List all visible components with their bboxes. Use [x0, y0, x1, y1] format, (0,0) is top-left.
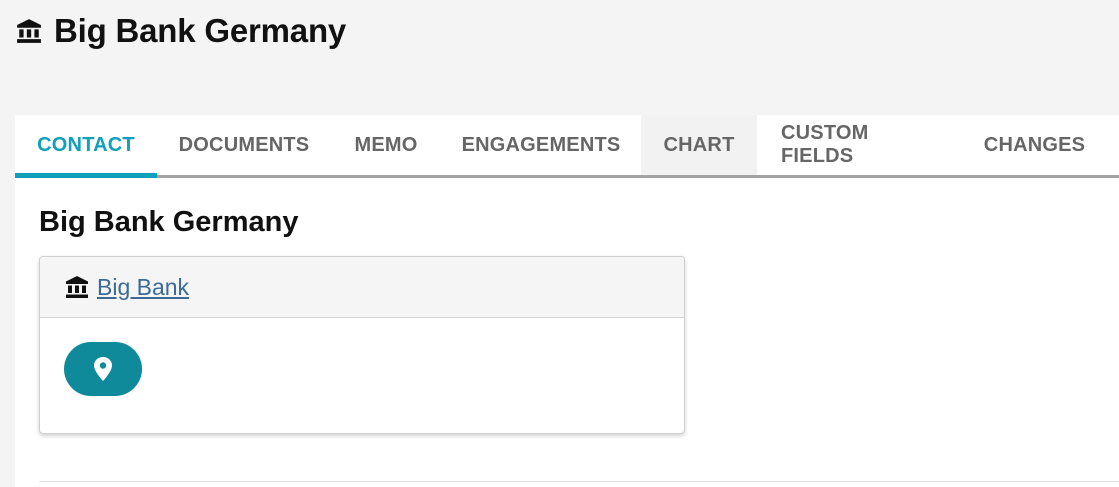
- page-title: Big Bank Germany: [54, 12, 347, 49]
- tab-changes[interactable]: CHANGES: [962, 115, 1107, 175]
- divider: [39, 481, 1119, 482]
- bank-icon: [16, 18, 42, 44]
- tab-bar: CONTACT DOCUMENTS MEMO ENGAGEMENTS CHART…: [15, 115, 1119, 178]
- bank-icon: [65, 275, 89, 299]
- tab-chart[interactable]: CHART: [641, 115, 757, 175]
- tab-engagements[interactable]: ENGAGEMENTS: [441, 115, 641, 175]
- tab-memo[interactable]: MEMO: [331, 115, 441, 175]
- contact-panel: Big Bank Germany Big Bank: [15, 178, 1119, 487]
- page-header: Big Bank Germany: [16, 12, 346, 50]
- tab-documents[interactable]: DOCUMENTS: [157, 115, 331, 175]
- map-location-button[interactable]: [64, 342, 142, 396]
- tab-custom-fields[interactable]: CUSTOM FIELDS: [757, 115, 962, 175]
- section-title: Big Bank Germany: [39, 206, 299, 238]
- map-pin-icon: [92, 356, 114, 382]
- parent-company-link[interactable]: Big Bank: [97, 274, 189, 301]
- tab-contact[interactable]: CONTACT: [15, 115, 157, 178]
- card-header: Big Bank: [40, 257, 684, 318]
- parent-company-card: Big Bank: [39, 256, 685, 434]
